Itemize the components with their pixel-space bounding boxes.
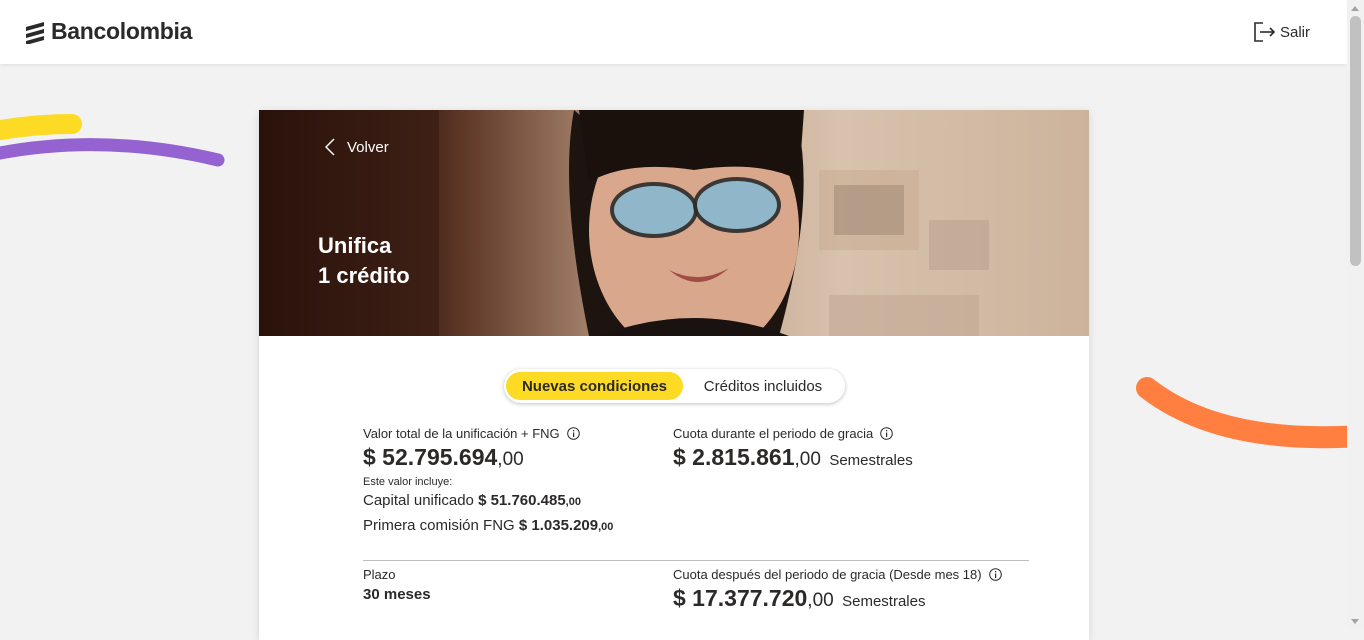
brand-name: Bancolombia	[51, 18, 193, 44]
info-icon[interactable]	[566, 427, 580, 440]
after-unit: Semestrales	[842, 593, 926, 610]
after-label-row: Cuota después del periodo de gracia (Des…	[673, 567, 1002, 582]
total-amount-value: $ 52.795.694	[363, 444, 498, 470]
hero-title: Unifica 1 crédito	[318, 231, 410, 291]
after-amount: $ 17.377.720,00 Semestrales	[673, 585, 1002, 612]
after-label: Cuota después del periodo de gracia (Des…	[673, 567, 982, 582]
bancolombia-logo-icon	[26, 21, 44, 44]
capital-cents: ,00	[565, 496, 581, 508]
hero-banner: Volver Unifica 1 crédito	[259, 110, 1089, 336]
page-scrollbar[interactable]	[1347, 0, 1364, 629]
capital-line: Capital unificado $ 51.760.485,00	[363, 492, 613, 509]
grace-amount-cents: ,00	[794, 449, 821, 470]
total-value-block: Valor total de la unificación + FNG $ 52…	[363, 426, 613, 534]
tab-creditos-incluidos[interactable]: Créditos incluidos	[683, 372, 843, 400]
total-amount-cents: ,00	[497, 449, 524, 470]
capital-label: Capital unificado	[363, 492, 474, 509]
hero-title-line1: Unifica	[318, 233, 392, 258]
grace-fee-block: Cuota durante el periodo de gracia $ 2.8…	[673, 426, 913, 471]
term-block: Plazo 30 meses	[363, 567, 431, 603]
bancolombia-logo[interactable]: Bancolombia	[24, 18, 192, 45]
scroll-up-arrow-icon[interactable]	[1351, 6, 1359, 11]
term-label: Plazo	[363, 567, 396, 582]
includes-note: Este valor incluye:	[363, 476, 453, 488]
conditions-toggle: Nuevas condiciones Créditos incluidos	[504, 369, 845, 403]
fng-amount: $ 1.035.209	[518, 517, 599, 534]
top-navigation-bar: Bancolombia Salir	[0, 0, 1347, 64]
info-icon[interactable]	[880, 427, 894, 440]
after-amount-value: $ 17.377.720	[673, 585, 808, 611]
scroll-down-arrow-icon[interactable]	[1351, 619, 1359, 624]
grace-unit: Semestrales	[829, 452, 913, 469]
scroll-thumb[interactable]	[1350, 16, 1361, 266]
capital-amount: $ 51.760.485	[478, 492, 566, 509]
logout-icon	[1254, 22, 1276, 42]
credit-card-panel: Volver Unifica 1 crédito Nuevas condicio…	[259, 110, 1089, 640]
info-icon[interactable]	[988, 568, 1002, 581]
section-divider	[363, 560, 1029, 561]
total-label: Valor total de la unificación + FNG	[363, 426, 560, 441]
hero-title-line2: 1 crédito	[318, 263, 410, 288]
back-label: Volver	[347, 138, 389, 156]
chevron-left-icon	[325, 138, 335, 156]
grace-label: Cuota durante el periodo de gracia	[673, 426, 874, 441]
grace-amount: $ 2.815.861,00 Semestrales	[673, 444, 913, 471]
grace-label-row: Cuota durante el periodo de gracia	[673, 426, 913, 441]
logout-button[interactable]: Salir	[1252, 20, 1310, 44]
tab-nuevas-condiciones[interactable]: Nuevas condiciones	[506, 372, 683, 400]
logout-label: Salir	[1280, 23, 1311, 41]
after-amount-cents: ,00	[807, 590, 834, 611]
total-amount: $ 52.795.694,00	[363, 444, 613, 471]
total-label-row: Valor total de la unificación + FNG	[363, 426, 613, 441]
fng-line: Primera comisión FNG $ 1.035.209,00	[363, 517, 613, 534]
back-button[interactable]: Volver	[325, 138, 389, 156]
term-value: 30 meses	[363, 586, 431, 603]
after-grace-block: Cuota después del periodo de gracia (Des…	[673, 567, 1002, 612]
fng-cents: ,00	[598, 521, 614, 533]
grace-amount-value: $ 2.815.861	[673, 444, 795, 470]
fng-label: Primera comisión FNG	[363, 517, 515, 534]
